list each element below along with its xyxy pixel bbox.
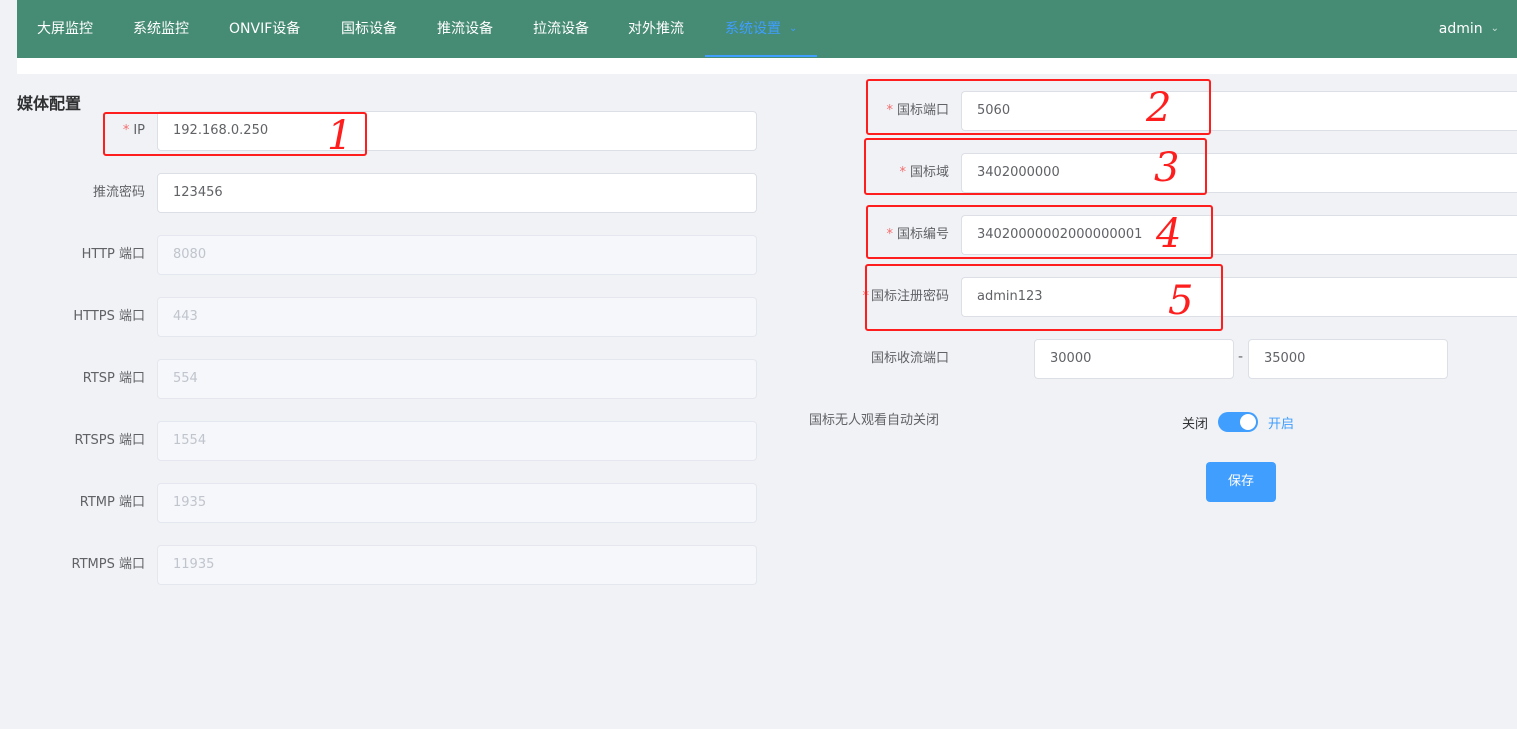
gb-auto-close-toggle[interactable] bbox=[1218, 412, 1259, 432]
rtsp-port-input: 554 bbox=[157, 359, 757, 399]
switch-on-text[interactable]: 开启 bbox=[1268, 413, 1294, 432]
rtsps-port-label: RTSPS 端口 bbox=[74, 433, 145, 448]
https-port-input: 443 bbox=[157, 297, 757, 337]
chevron-down-icon: ⌄ bbox=[789, 23, 798, 34]
nav-item-system-settings[interactable]: 系统设置 ⌄ bbox=[705, 0, 818, 57]
user-menu[interactable]: admin ⌄ bbox=[1439, 0, 1499, 58]
https-port-label: HTTPS 端口 bbox=[73, 309, 145, 324]
nav-item-push-devices[interactable]: 推流设备 bbox=[437, 0, 493, 58]
rtmps-port-label: RTMPS 端口 bbox=[71, 557, 145, 572]
annotation-number-5: 5 bbox=[1168, 278, 1194, 324]
gb-auto-close-label: 国标无人观看自动关闭 bbox=[809, 413, 940, 428]
nav-item-onvif-devices[interactable]: ONVIF设备 bbox=[229, 0, 300, 58]
rtsp-port-label: RTSP 端口 bbox=[82, 371, 145, 386]
annotation-number-4: 4 bbox=[1156, 211, 1182, 257]
annotation-number-3: 3 bbox=[1154, 145, 1180, 191]
gb-auto-close-switch-group: 关闭 开启 bbox=[1182, 411, 1294, 433]
rtsps-port-input: 1554 bbox=[157, 421, 757, 461]
push-secret-input[interactable]: 123456 bbox=[157, 173, 757, 213]
gb-rtp-range-label: 国标收流端口 bbox=[870, 351, 949, 366]
toggle-knob bbox=[1240, 414, 1257, 430]
user-name: admin bbox=[1438, 21, 1483, 37]
rtmps-port-input: 11935 bbox=[157, 545, 757, 585]
nav-item-system-monitor[interactable]: 系统监控 bbox=[133, 0, 189, 58]
annotation-number-2: 2 bbox=[1146, 85, 1172, 131]
chevron-down-icon: ⌄ bbox=[1490, 23, 1499, 34]
push-secret-label: 推流密码 bbox=[92, 185, 145, 200]
http-port-input: 8080 bbox=[157, 235, 757, 275]
range-separator: - bbox=[1238, 349, 1244, 365]
rtmp-port-label: RTMP 端口 bbox=[79, 495, 145, 510]
rtmp-port-input: 1935 bbox=[157, 483, 757, 523]
http-port-label: HTTP 端口 bbox=[81, 247, 145, 262]
nav-item-external-push[interactable]: 对外推流 bbox=[628, 0, 684, 58]
nav-item-system-settings-label: 系统设置 bbox=[725, 21, 781, 37]
nav-item-pull-devices[interactable]: 拉流设备 bbox=[533, 0, 589, 58]
nav-item-gb-devices[interactable]: 国标设备 bbox=[341, 0, 397, 58]
gb-rtp-end-input[interactable]: 35000 bbox=[1248, 339, 1448, 379]
switch-off-text[interactable]: 关闭 bbox=[1182, 413, 1208, 432]
annotation-number-1: 1 bbox=[327, 113, 353, 159]
top-navbar: 大屏监控 系统监控 ONVIF设备 国标设备 推流设备 拉流设备 对外推流 系统… bbox=[17, 0, 1517, 58]
nav-item-dashboard[interactable]: 大屏监控 bbox=[37, 0, 93, 58]
save-button[interactable]: 保存 bbox=[1206, 462, 1276, 502]
gb-rtp-start-input[interactable]: 30000 bbox=[1034, 339, 1234, 379]
content-header-strip bbox=[17, 58, 1517, 74]
